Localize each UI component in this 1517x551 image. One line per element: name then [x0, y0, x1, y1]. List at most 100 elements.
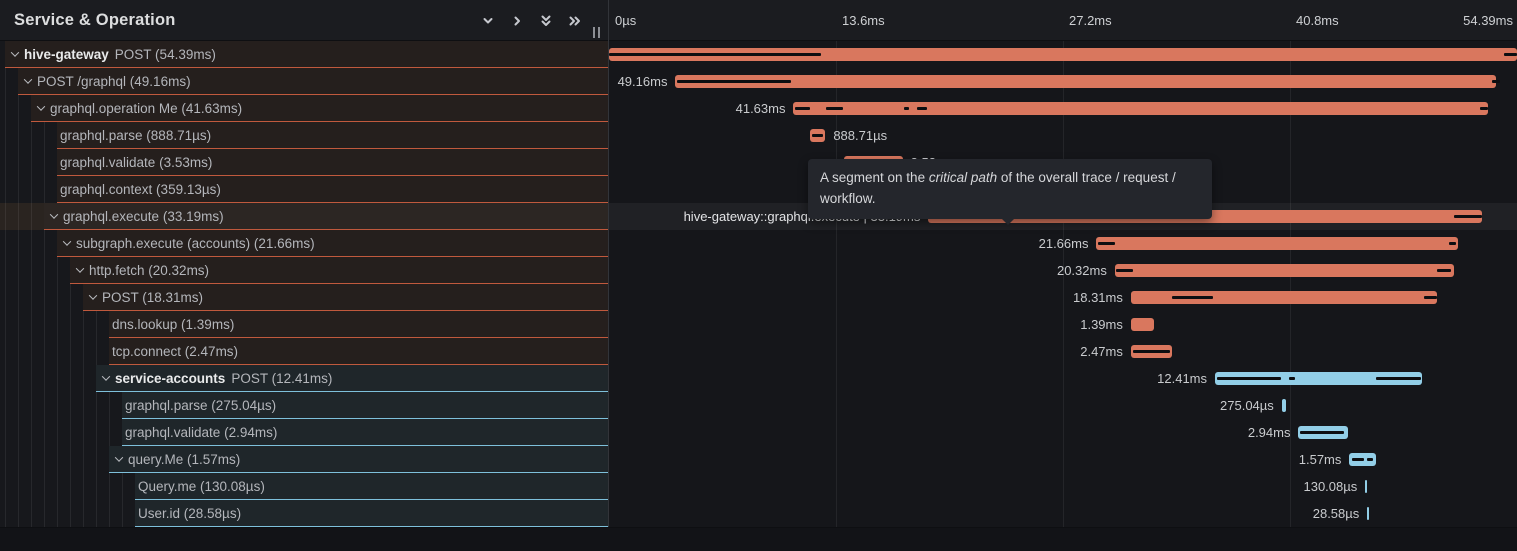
span-bar[interactable] [1365, 480, 1367, 493]
span-timeline-row[interactable]: 49.16ms [609, 68, 1517, 95]
span-name-row[interactable]: graphql.validate (2.94ms) [0, 419, 608, 446]
span-name-cell[interactable]: graphql.context (359.13µs) [57, 176, 608, 203]
critical-path-segment[interactable] [1172, 296, 1213, 299]
span-name-row[interactable]: query.Me (1.57ms) [0, 446, 608, 473]
span-name-cell[interactable]: dns.lookup (1.39ms) [109, 311, 608, 338]
span-timeline-row[interactable]: 2.47ms [609, 338, 1517, 365]
span-timeline-row[interactable]: 41.63ms [609, 95, 1517, 122]
span-name-row[interactable]: subgraph.execute (accounts) (21.66ms) [0, 230, 608, 257]
span-bar[interactable] [793, 102, 1488, 115]
span-timeline-row[interactable]: 21.66ms [609, 230, 1517, 257]
span-name-row[interactable]: graphql.validate (3.53ms) [0, 149, 608, 176]
span-name-row[interactable]: graphql.parse (888.71µs) [0, 122, 608, 149]
chevron-down-icon[interactable] [8, 51, 21, 57]
critical-path-segment[interactable] [1492, 80, 1500, 83]
span-name-cell[interactable]: tcp.connect (2.47ms) [109, 338, 608, 365]
span-timeline-row[interactable]: 12.41ms [609, 365, 1517, 392]
critical-path-segment[interactable] [904, 107, 909, 110]
span-name-cell[interactable]: http.fetch (20.32ms) [70, 257, 608, 284]
span-timeline-row[interactable]: 20.32ms [609, 257, 1517, 284]
span-timeline-row[interactable] [609, 41, 1517, 68]
critical-path-segment[interactable] [826, 107, 843, 110]
span-timeline-row[interactable]: 2.94ms [609, 419, 1517, 446]
span-bar[interactable] [1282, 399, 1287, 412]
span-name-cell[interactable]: service-accountsPOST (12.41ms) [96, 365, 608, 392]
span-name-row[interactable]: graphql.parse (275.04µs) [0, 392, 608, 419]
critical-path-segment[interactable] [1217, 377, 1281, 380]
span-name-cell[interactable]: graphql.validate (3.53ms) [57, 149, 608, 176]
critical-path-segment[interactable] [1454, 215, 1482, 218]
span-name-cell[interactable]: query.Me (1.57ms) [109, 446, 608, 473]
span-name-cell[interactable]: POST (18.31ms) [83, 284, 608, 311]
span-name-cell[interactable]: graphql.operation Me (41.63ms) [31, 95, 608, 122]
span-bar[interactable] [675, 75, 1496, 88]
chevron-down-icon[interactable] [99, 375, 112, 381]
span-name-cell[interactable]: User.id (28.58µs) [135, 500, 608, 527]
expand-one-icon[interactable] [510, 14, 524, 28]
expand-all-icon[interactable] [568, 14, 582, 28]
span-timeline-row[interactable]: 1.57ms [609, 446, 1517, 473]
span-bar[interactable] [1096, 237, 1458, 250]
span-name-row[interactable]: POST (18.31ms) [0, 284, 608, 311]
span-name-row[interactable]: graphql.operation Me (41.63ms) [0, 95, 608, 122]
operation-name: graphql.context (359.13µs) [60, 182, 221, 197]
critical-path-segment[interactable] [812, 134, 823, 137]
span-timeline-row[interactable]: 18.31ms [609, 284, 1517, 311]
critical-path-segment[interactable] [1367, 458, 1373, 461]
critical-path-segment[interactable] [1352, 458, 1364, 461]
critical-path-segment[interactable] [1300, 431, 1344, 434]
chevron-down-icon[interactable] [73, 267, 86, 273]
chevron-down-icon[interactable] [86, 294, 99, 300]
chevron-down-icon[interactable] [60, 240, 73, 246]
critical-path-segment[interactable] [1480, 107, 1488, 110]
critical-path-segment[interactable] [795, 107, 810, 110]
critical-path-segment[interactable] [1449, 242, 1457, 245]
collapse-one-icon[interactable] [481, 14, 495, 28]
span-name-row[interactable]: Query.me (130.08µs) [0, 473, 608, 500]
span-name-row[interactable]: http.fetch (20.32ms) [0, 257, 608, 284]
span-name-cell[interactable]: Query.me (130.08µs) [135, 473, 608, 500]
panel-resize-handle[interactable] [593, 27, 600, 38]
span-name-row[interactable]: dns.lookup (1.39ms) [0, 311, 608, 338]
span-name-cell[interactable]: graphql.validate (2.94ms) [122, 419, 608, 446]
critical-path-segment[interactable] [1133, 350, 1170, 353]
critical-path-segment[interactable] [1424, 296, 1437, 299]
span-name-row[interactable]: graphql.context (359.13µs) [0, 176, 608, 203]
span-bar[interactable] [1367, 507, 1369, 520]
ruler-tick: 54.39ms [1463, 0, 1513, 41]
critical-path-segment[interactable] [1376, 377, 1421, 380]
chevron-down-icon[interactable] [112, 456, 125, 462]
span-name-row[interactable]: tcp.connect (2.47ms) [0, 338, 608, 365]
span-name-cell[interactable]: graphql.execute (33.19ms) [44, 203, 608, 230]
span-name-cell[interactable]: subgraph.execute (accounts) (21.66ms) [57, 230, 608, 257]
span-name-cell[interactable]: graphql.parse (275.04µs) [122, 392, 608, 419]
span-timeline-row[interactable]: 888.71µs [609, 122, 1517, 149]
critical-path-segment[interactable] [1098, 242, 1116, 245]
critical-path-segment[interactable] [677, 80, 791, 83]
span-name-row[interactable]: User.id (28.58µs) [0, 500, 608, 527]
span-name-cell[interactable]: POST /graphql (49.16ms) [18, 68, 608, 95]
critical-path-segment[interactable] [1504, 53, 1517, 56]
span-bar[interactable] [1131, 318, 1154, 331]
span-timeline-row[interactable]: 130.08µs [609, 473, 1517, 500]
chevron-down-icon[interactable] [21, 78, 34, 84]
chevron-down-icon[interactable] [47, 213, 60, 219]
collapse-all-icon[interactable] [539, 14, 553, 28]
span-name-row[interactable]: service-accountsPOST (12.41ms) [0, 365, 608, 392]
span-bar[interactable] [1115, 264, 1454, 277]
critical-path-segment[interactable] [1289, 377, 1295, 380]
chevron-down-icon[interactable] [34, 105, 47, 111]
span-name-row[interactable]: POST /graphql (49.16ms) [0, 68, 608, 95]
span-name-row[interactable]: hive-gatewayPOST (54.39ms) [0, 41, 608, 68]
span-name-cell[interactable]: hive-gatewayPOST (54.39ms) [5, 41, 608, 68]
trace-timeline-view: Service & Operation hive-gatewayPOST (54… [0, 0, 1517, 551]
span-name-row[interactable]: graphql.execute (33.19ms) [0, 203, 608, 230]
span-name-cell[interactable]: graphql.parse (888.71µs) [57, 122, 608, 149]
critical-path-segment[interactable] [1116, 269, 1133, 272]
critical-path-segment[interactable] [917, 107, 927, 110]
span-timeline-row[interactable]: 1.39ms [609, 311, 1517, 338]
critical-path-segment[interactable] [609, 53, 821, 56]
span-timeline-row[interactable]: 275.04µs [609, 392, 1517, 419]
span-timeline-row[interactable]: 28.58µs [609, 500, 1517, 527]
critical-path-segment[interactable] [1437, 269, 1451, 272]
